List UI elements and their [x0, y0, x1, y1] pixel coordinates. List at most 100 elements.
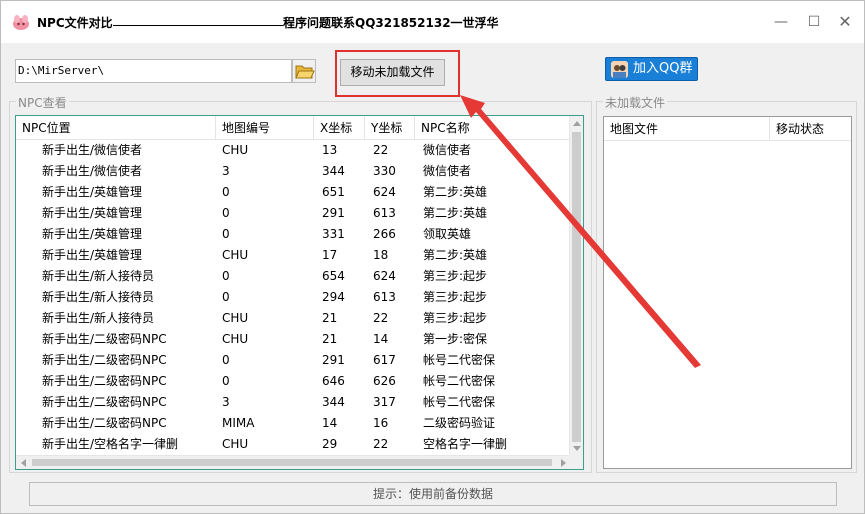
- title-bar: NPC文件对比 程序问题联系QQ321852132一世浮华 — ☐ ✕: [1, 1, 864, 43]
- column-header-y[interactable]: Y坐标: [365, 116, 415, 140]
- cell-y: 16: [373, 416, 389, 430]
- cell-y: 22: [373, 311, 389, 325]
- cell-y: 22: [373, 143, 389, 157]
- cell-map-id: 0: [222, 227, 230, 241]
- cell-map-id: 0: [222, 269, 230, 283]
- cell-npc-name: 帐号二代密保: [423, 395, 496, 409]
- column-header-map-file[interactable]: 地图文件: [604, 117, 770, 141]
- cell-map-id: 3: [222, 395, 230, 409]
- unloaded-list-header: 地图文件 移动状态: [604, 117, 851, 141]
- table-row[interactable]: 新手出生/微信使者 3 344 330 微信使者: [16, 161, 571, 182]
- column-header-npc-name[interactable]: NPC名称: [415, 116, 571, 140]
- cell-y: 617: [373, 353, 396, 367]
- join-qq-group-button[interactable]: 加入QQ群: [605, 57, 698, 81]
- scroll-left-arrow-icon[interactable]: [21, 459, 26, 467]
- main-window: NPC文件对比 程序问题联系QQ321852132一世浮华 — ☐ ✕ D:\M…: [0, 0, 865, 514]
- window-title: NPC文件对比: [37, 16, 113, 30]
- table-row[interactable]: 新手出生/英雄管理 0 651 624 第二步:英雄: [16, 182, 571, 203]
- table-row[interactable]: 新手出生/新人接待员 CHU 21 22 第三步:起步: [16, 308, 571, 329]
- status-hint: 提示：使用前备份数据: [29, 482, 837, 506]
- npc-view-group-label: NPC查看: [16, 94, 69, 111]
- cell-map-id: CHU: [222, 311, 249, 325]
- cell-npc-name: 第三步:起步: [423, 290, 488, 304]
- server-path-input[interactable]: D:\MirServer\: [15, 59, 292, 83]
- cell-map-id: CHU: [222, 248, 249, 262]
- cell-npc-location: 新手出生/二级密码NPC: [42, 332, 167, 346]
- npc-list-header: NPC位置 地图编号 X坐标 Y坐标 NPC名称: [16, 116, 571, 140]
- cell-npc-location: 新手出生/英雄管理: [42, 185, 143, 199]
- column-header-x[interactable]: X坐标: [314, 116, 365, 140]
- cell-x: 14: [322, 416, 338, 430]
- horizontal-scroll-thumb[interactable]: [32, 459, 552, 466]
- close-button[interactable]: ✕: [830, 11, 860, 35]
- table-row[interactable]: 新手出生/空格名字一律删 CHU 29 22 空格名字一律删: [16, 434, 571, 455]
- table-row[interactable]: 新手出生/新人接待员 0 654 624 第三步:起步: [16, 266, 571, 287]
- browse-folder-button[interactable]: [292, 59, 316, 83]
- table-row[interactable]: 新手出生/英雄管理 CHU 17 18 第二步:英雄: [16, 245, 571, 266]
- table-row[interactable]: 新手出生/二级密码NPC CHU 21 14 第一步:密保: [16, 329, 571, 350]
- cell-x: 17: [322, 248, 338, 262]
- cell-npc-name: 微信使者: [423, 164, 472, 178]
- cell-npc-location: 新手出生/新人接待员: [42, 269, 155, 283]
- qq-button-label: 加入QQ群: [633, 61, 693, 76]
- annotation-highlight-box: [335, 50, 460, 97]
- cell-x: 646: [322, 374, 345, 388]
- app-logo-icon: [13, 15, 29, 30]
- npc-list-rows: 新手出生/微信使者 CHU 13 22 微信使者 新手出生/微信使者 3 344 330 微信使者…: [16, 140, 571, 455]
- cell-npc-location: 新手出生/英雄管理: [42, 206, 143, 220]
- cell-x: 291: [322, 206, 345, 220]
- table-row[interactable]: 新手出生/新人接待员 0 294 613 第三步:起步: [16, 287, 571, 308]
- unloaded-files-group-label: 未加载文件: [603, 94, 668, 111]
- scroll-right-arrow-icon[interactable]: [561, 459, 566, 467]
- cell-y: 266: [373, 227, 396, 241]
- vertical-scroll-thumb[interactable]: [572, 132, 581, 442]
- cell-npc-name: 第一步:密保: [423, 332, 488, 346]
- scroll-up-arrow-icon[interactable]: [573, 121, 581, 126]
- cell-map-id: 0: [222, 290, 230, 304]
- table-row[interactable]: 新手出生/英雄管理 0 331 266 领取英雄: [16, 224, 571, 245]
- scroll-down-arrow-icon[interactable]: [573, 446, 581, 451]
- cell-y: 626: [373, 374, 396, 388]
- cell-map-id: CHU: [222, 143, 249, 157]
- cell-npc-location: 新手出生/二级密码NPC: [42, 416, 167, 430]
- column-header-move-status[interactable]: 移动状态: [770, 117, 851, 141]
- npc-list-vertical-scrollbar[interactable]: [569, 116, 583, 456]
- table-row[interactable]: 新手出生/英雄管理 0 291 613 第二步:英雄: [16, 203, 571, 224]
- folder-open-icon: [295, 65, 315, 79]
- cell-npc-location: 新手出生/微信使者: [42, 164, 143, 178]
- table-row[interactable]: 新手出生/二级密码NPC MIMA 14 16 二级密码验证: [16, 413, 571, 434]
- table-row[interactable]: 新手出生/二级密码NPC 3 344 317 帐号二代密保: [16, 392, 571, 413]
- cell-npc-name: 帐号二代密保: [423, 353, 496, 367]
- cell-npc-name: 第二步:英雄: [423, 248, 488, 262]
- qq-avatar-icon: [611, 61, 628, 78]
- cell-npc-location: 新手出生/微信使者: [42, 143, 143, 157]
- cell-npc-location: 新手出生/二级密码NPC: [42, 395, 167, 409]
- minimize-button[interactable]: —: [766, 11, 796, 35]
- cell-map-id: 0: [222, 374, 230, 388]
- cell-npc-location: 新手出生/空格名字一律删: [42, 437, 179, 451]
- cell-y: 624: [373, 269, 396, 283]
- cell-npc-location: 新手出生/二级密码NPC: [42, 353, 167, 367]
- npc-list-horizontal-scrollbar[interactable]: [16, 455, 571, 469]
- npc-list-view[interactable]: NPC位置 地图编号 X坐标 Y坐标 NPC名称 新手出生/微信使者 CHU 13 2…: [15, 115, 584, 470]
- table-row[interactable]: 新手出生/微信使者 CHU 13 22 微信使者: [16, 140, 571, 161]
- cell-x: 291: [322, 353, 345, 367]
- cell-npc-name: 第二步:英雄: [423, 206, 488, 220]
- cell-npc-location: 新手出生/英雄管理: [42, 227, 143, 241]
- cell-x: 29: [322, 437, 338, 451]
- table-row[interactable]: 新手出生/二级密码NPC 0 291 617 帐号二代密保: [16, 350, 571, 371]
- cell-map-id: CHU: [222, 332, 249, 346]
- scroll-corner: [569, 455, 583, 469]
- column-header-npc-location[interactable]: NPC位置: [16, 116, 216, 140]
- column-header-map-id[interactable]: 地图编号: [216, 116, 314, 140]
- maximize-button[interactable]: ☐: [799, 11, 829, 35]
- table-row[interactable]: 新手出生/二级密码NPC 0 646 626 帐号二代密保: [16, 371, 571, 392]
- cell-map-id: 0: [222, 185, 230, 199]
- cell-y: 330: [373, 164, 396, 178]
- cell-x: 331: [322, 227, 345, 241]
- cell-y: 14: [373, 332, 389, 346]
- cell-y: 317: [373, 395, 396, 409]
- cell-npc-location: 新手出生/新人接待员: [42, 311, 155, 325]
- title-separator-line: [113, 25, 283, 26]
- unloaded-files-list-view[interactable]: 地图文件 移动状态: [603, 116, 852, 469]
